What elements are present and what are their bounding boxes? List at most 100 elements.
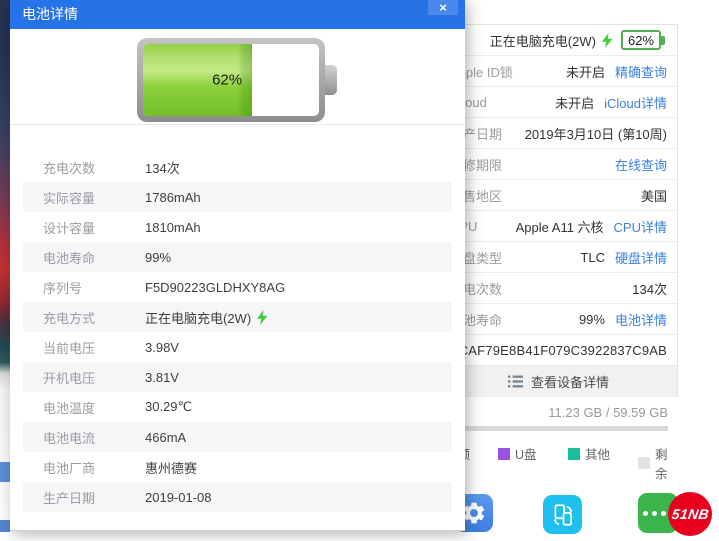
udid-row: 2BCAF79E8B41F079C3922837C9AB (428, 335, 677, 366)
row-label: 电池温度 (43, 398, 145, 417)
row-value: 30.29℃ (145, 399, 192, 415)
legend-item-udisk: U盘 (498, 444, 537, 463)
modal-header: 电池详情 × (10, 0, 465, 29)
row-label: 当前电压 (43, 338, 145, 357)
table-row: 电池厂商 惠州德赛 (23, 452, 452, 482)
row-value: Apple A11 六核 (516, 217, 604, 236)
table-row-charging-method: 充电方式 正在电脑充电(2W) (23, 302, 452, 332)
phone-transfer-icon[interactable] (543, 495, 582, 534)
legend-item-other: 其他 (568, 444, 610, 463)
icloud-details-link[interactable]: iCloud详情 (604, 93, 667, 112)
row-label: 充电方式 (43, 308, 145, 327)
appleid-query-link[interactable]: 精确查询 (615, 62, 667, 81)
info-row-icloud: iCloud 未开启 iCloud详情 (428, 87, 677, 118)
table-row: 电池寿命 99% (23, 242, 452, 272)
legend-swatch (568, 448, 580, 460)
lightning-icon (257, 310, 268, 325)
device-info-panel: 正在电脑充电(2W) 62% Apple ID锁 未开启 精确查询 iCloud… (428, 0, 678, 541)
row-value: 99% (145, 250, 171, 265)
row-value: 2019-01-08 (145, 490, 212, 505)
row-label: 电池寿命 (43, 248, 145, 267)
device-info-table: 正在电脑充电(2W) 62% Apple ID锁 未开启 精确查询 iCloud… (428, 24, 678, 397)
row-value: 3.81V (145, 370, 179, 385)
close-button[interactable]: × (428, 0, 458, 15)
warranty-query-link[interactable]: 在线查询 (615, 155, 667, 174)
charging-status-row: 正在电脑充电(2W) 62% (428, 25, 677, 56)
row-value: 未开启 (555, 93, 594, 112)
info-row-warranty: 保修期限 在线查询 (428, 149, 677, 180)
table-row: 当前电压 3.98V (23, 332, 452, 362)
row-value: 1786mAh (145, 190, 201, 205)
cpu-details-link[interactable]: CPU详情 (614, 217, 667, 236)
row-label: 设计容量 (43, 218, 145, 237)
info-row-cpu: CPU Apple A11 六核 CPU详情 (428, 211, 677, 242)
battery-detail-table: 充电次数 134次 实际容量 1786mAh 设计容量 1810mAh 电池寿命… (23, 152, 452, 512)
list-icon (508, 375, 523, 388)
battery-percent-label: 62% (212, 72, 242, 89)
battery-terminal (325, 65, 337, 95)
battery-details-modal: 电池详情 × 62% 充电次数 134次 实际容 (10, 0, 465, 531)
row-value: F5D90223GLDHXY8AG (145, 280, 285, 295)
table-row: 设计容量 1810mAh (23, 212, 452, 242)
info-row-battery-life: 电池寿命 99% 电池详情 (428, 304, 677, 335)
row-value: TLC (580, 250, 605, 265)
legend-swatch (498, 448, 510, 460)
table-row: 电池电流 466mA (23, 422, 452, 452)
row-value: 99% (579, 312, 605, 327)
row-label: 电池电流 (43, 428, 145, 447)
legend-item-free: 剩余 (638, 444, 678, 482)
battery-percent-text: 62% (628, 33, 654, 48)
storage-section: 11.23 GB / 59.59 GB 视频 U盘 其他 剩余 (428, 397, 678, 477)
legend-label: 其他 (585, 444, 610, 463)
row-label: 实际容量 (43, 188, 145, 207)
row-value: 1810mAh (145, 220, 201, 235)
battery-shell: 62% (137, 38, 325, 122)
table-row: 生产日期 2019-01-08 (23, 482, 452, 512)
battery-graphic-zone: 62% (10, 29, 465, 125)
row-value: 惠州德赛 (145, 458, 197, 477)
background-fragment (0, 462, 10, 482)
table-row: 实际容量 1786mAh (23, 182, 452, 212)
ellipsis-icon (643, 511, 666, 516)
lightning-icon (602, 33, 613, 48)
row-value: 美国 (641, 186, 667, 205)
table-row: 序列号 F5D90223GLDHXY8AG (23, 272, 452, 302)
legend-label: U盘 (515, 444, 537, 463)
charging-status-text: 正在电脑充电(2W) (490, 31, 596, 50)
row-value: 3.98V (145, 340, 179, 355)
row-label: 充电次数 (43, 158, 145, 177)
battery-details-link[interactable]: 电池详情 (615, 310, 667, 329)
battery-percent-badge: 62% (621, 30, 661, 50)
row-label: 电池厂商 (43, 458, 145, 477)
view-device-details-button[interactable]: 查看设备详情 (428, 366, 677, 397)
row-value: 134次 (632, 279, 667, 298)
background-fragment (0, 520, 10, 532)
disk-details-link[interactable]: 硬盘详情 (615, 248, 667, 267)
table-row: 充电次数 134次 (23, 152, 452, 182)
info-row-appleid: Apple ID锁 未开启 精确查询 (428, 56, 677, 87)
udid-text: 2BCAF79E8B41F079C3922837C9AB (442, 343, 667, 358)
modal-title: 电池详情 (22, 6, 78, 22)
battery-graphic: 62% (137, 38, 325, 122)
info-row-charge-count: 充电次数 134次 (428, 273, 677, 304)
legend-label: 剩余 (655, 444, 678, 482)
row-value: 134次 (145, 158, 180, 177)
row-label: 开机电压 (43, 368, 145, 387)
row-value: 未开启 (566, 62, 605, 81)
storage-usage-text: 11.23 GB / 59.59 GB (548, 405, 668, 420)
legend-swatch (638, 457, 650, 469)
row-label: 生产日期 (43, 488, 145, 507)
table-row: 开机电压 3.81V (23, 362, 452, 392)
app-window: 正在电脑充电(2W) 62% Apple ID锁 未开启 精确查询 iCloud… (0, 0, 719, 541)
view-device-details-label: 查看设备详情 (531, 372, 609, 391)
charging-method-text: 正在电脑充电(2W) (145, 308, 251, 327)
51nb-logo-badge: 51NB (668, 492, 712, 536)
row-value: 正在电脑充电(2W) (145, 308, 268, 327)
background-app-edge (0, 0, 10, 541)
51nb-logo-text: 51NB (670, 506, 709, 522)
close-icon: × (439, 1, 447, 15)
battery-fill: 62% (143, 44, 252, 116)
info-row-disk-type: 硬盘类型 TLC 硬盘详情 (428, 242, 677, 273)
table-row: 电池温度 30.29℃ (23, 392, 452, 422)
info-row-sales-region: 销售地区 美国 (428, 180, 677, 211)
